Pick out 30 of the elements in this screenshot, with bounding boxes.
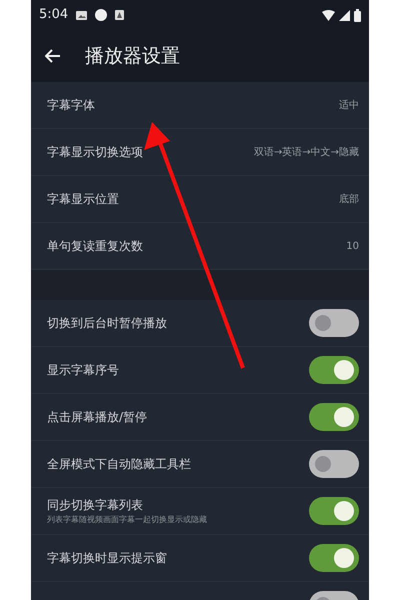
setting-label: 同步切换字幕列表 — [47, 497, 144, 514]
toggle-switch[interactable] — [309, 450, 359, 478]
page-title: 播放器设置 — [85, 44, 180, 68]
setting-label: 字幕切换时显示提示窗 — [47, 550, 167, 567]
setting-value: 10 — [346, 240, 359, 254]
setting-label: 点击屏幕播放/暂停 — [47, 409, 148, 426]
battery-icon — [354, 8, 361, 22]
setting-value: 双语→英语→中文→隐藏 — [254, 146, 359, 160]
toggle-switch[interactable] — [309, 309, 359, 337]
notification-icon — [115, 10, 124, 20]
setting-label: 单句复读重复次数 — [47, 238, 143, 255]
status-time: 5:04 — [39, 6, 68, 24]
setting-label: 字幕显示切换选项 — [47, 144, 143, 161]
setting-label: 字幕显示位置 — [47, 191, 119, 208]
circle-icon — [95, 9, 108, 21]
setting-description: 列表字幕随视频画面字幕一起切换显示或隐藏 — [47, 514, 207, 526]
toggle-switch[interactable] — [309, 403, 359, 431]
setting-label: 显示字幕序号 — [47, 362, 119, 379]
back-icon[interactable] — [45, 49, 61, 63]
toggle-switch[interactable] — [309, 356, 359, 384]
image-icon — [76, 10, 88, 20]
setting-value: 底部 — [339, 192, 359, 206]
signal-icon — [339, 10, 350, 20]
wifi-icon — [322, 10, 335, 20]
setting-label: 字幕字体 — [47, 97, 95, 114]
toggle-switch[interactable] — [309, 544, 359, 572]
setting-label: 全屏模式下自动隐藏工具栏 — [47, 456, 191, 473]
setting-label: 切换到后台时暂停播放 — [47, 315, 167, 332]
setting-value: 适中 — [339, 98, 359, 112]
toggle-switch[interactable] — [309, 497, 359, 525]
